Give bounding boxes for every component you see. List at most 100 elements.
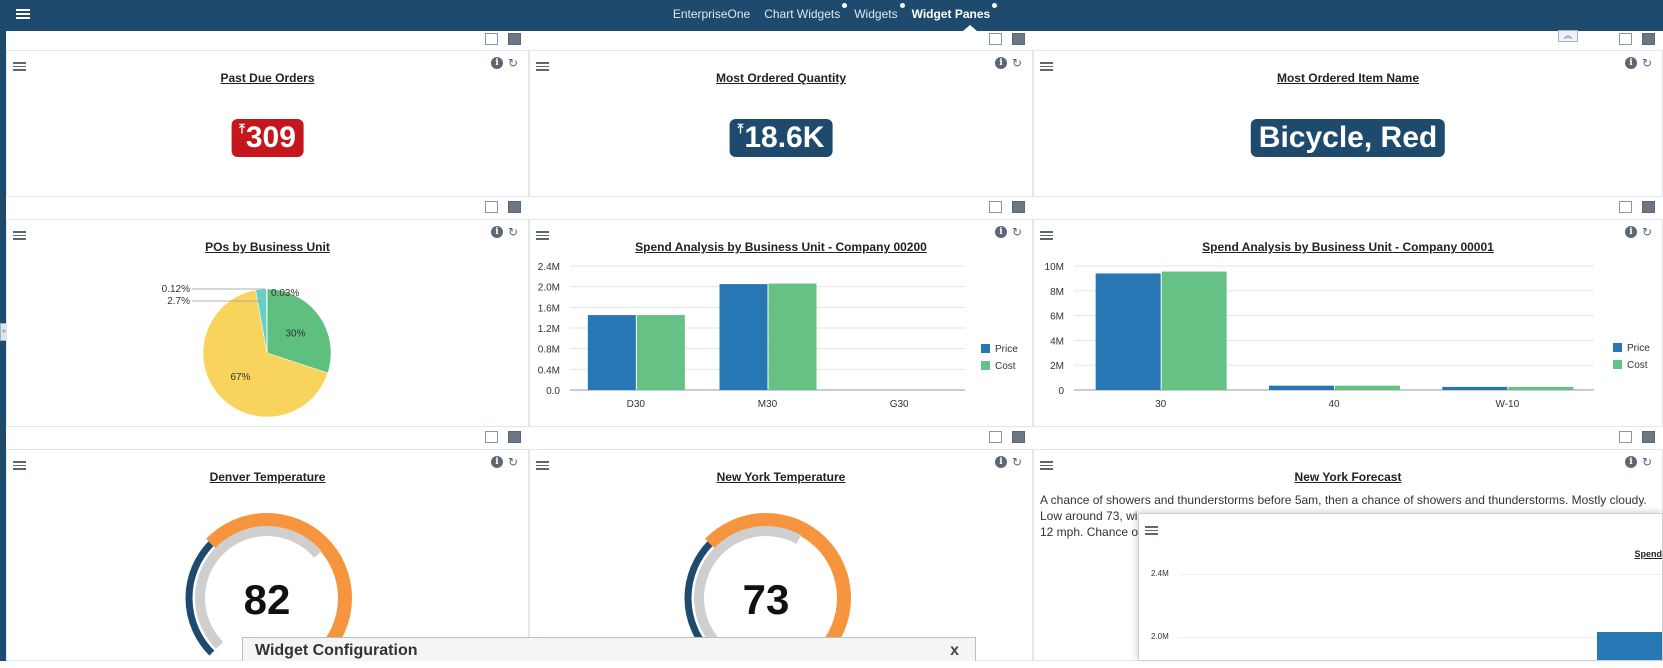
configure-icon[interactable] — [508, 431, 521, 443]
info-icon[interactable]: i — [1625, 57, 1637, 69]
pane-title: POs by Business Unit — [7, 240, 528, 254]
slice-label: 0.12% — [162, 284, 190, 295]
spend-analysis-00200-pane: i↻ Spend Analysis by Business Unit - Com… — [529, 219, 1033, 427]
bar[interactable] — [769, 284, 817, 390]
bar[interactable] — [1442, 387, 1507, 390]
bar-chart: 0.00.4M0.8M1.2M1.6M2.0M2.4MD30M30G30Pric… — [530, 256, 1034, 436]
forecast-line: A chance of showers and thunderstorms be… — [1040, 492, 1654, 508]
bar[interactable] — [1162, 272, 1227, 390]
refresh-icon[interactable]: ↻ — [1642, 57, 1654, 69]
configure-icon[interactable] — [1012, 201, 1025, 213]
bar[interactable] — [720, 284, 768, 390]
refresh-icon[interactable]: ↻ — [1642, 456, 1654, 468]
configure-icon[interactable] — [508, 33, 521, 45]
configure-icon[interactable] — [1642, 431, 1655, 443]
bar[interactable] — [637, 315, 685, 390]
expand-icon[interactable] — [989, 33, 1002, 45]
expand-icon[interactable] — [485, 33, 498, 45]
info-icon[interactable]: i — [995, 226, 1007, 238]
bar[interactable] — [1508, 387, 1573, 390]
y-tick-label: 0.0 — [546, 386, 560, 397]
pane-menu-icon[interactable] — [1145, 524, 1158, 537]
past-due-orders-pane: i↻ Past Due Orders ⤒309 — [6, 50, 529, 197]
info-icon[interactable]: i — [491, 57, 503, 69]
bar[interactable] — [1269, 386, 1334, 390]
expand-icon[interactable] — [1619, 431, 1632, 443]
info-icon[interactable]: i — [491, 226, 503, 238]
expand-icon[interactable] — [485, 431, 498, 443]
pane-title: Past Due Orders — [7, 71, 528, 85]
legend-swatch — [981, 361, 990, 370]
slice-label: 30% — [285, 328, 305, 339]
expand-icon[interactable] — [1619, 33, 1632, 45]
legend-swatch — [1613, 360, 1622, 369]
refresh-icon[interactable]: ↻ — [508, 456, 520, 468]
bar-chart: 02M4M6M8M10M3040W-10PriceCost — [1034, 256, 1663, 436]
y-tick-label: 1.2M — [538, 324, 560, 335]
x-tick-label: 30 — [1155, 399, 1167, 410]
info-icon[interactable]: i — [995, 57, 1007, 69]
dragged-pane-preview[interactable]: Spend 2.4M 2.0M — [1138, 513, 1663, 661]
expand-icon[interactable] — [989, 201, 1002, 213]
nav-tab-enterpriseone[interactable]: EnterpriseOne — [673, 7, 750, 21]
refresh-icon[interactable]: ↻ — [508, 226, 520, 238]
notification-dot — [842, 3, 847, 8]
refresh-icon[interactable]: ↻ — [1642, 226, 1654, 238]
legend-label: Price — [1627, 343, 1650, 354]
pane-title: New York Temperature — [530, 470, 1032, 484]
configure-icon[interactable] — [508, 201, 521, 213]
configure-icon[interactable] — [1012, 33, 1025, 45]
pie-chart: 30%67%2.7%0.12%0.03% — [7, 256, 530, 446]
slice-label: 0.03% — [271, 288, 299, 299]
legend-label: Cost — [995, 361, 1016, 372]
kpi-badge: ⤒18.6K — [730, 119, 833, 157]
pane-strip — [529, 199, 1033, 217]
pane-strip — [6, 429, 529, 447]
bar[interactable] — [588, 315, 636, 390]
preview-title: Spend — [1634, 549, 1662, 559]
nav-tabs: EnterpriseOne Chart Widgets Widgets Widget … — [0, 7, 1663, 21]
close-icon[interactable]: x — [950, 642, 959, 660]
y-tick-label: 8M — [1050, 287, 1064, 298]
x-tick-label: 40 — [1328, 399, 1340, 410]
info-icon[interactable]: i — [1625, 456, 1637, 468]
nav-tab-widgets[interactable]: Widgets — [854, 7, 897, 21]
y-tick-label: 4M — [1050, 336, 1064, 347]
refresh-icon[interactable]: ↻ — [1012, 456, 1024, 468]
most-ordered-quantity-pane: i ↻ Most Ordered Quantity ⤒18.6K — [529, 50, 1033, 197]
configure-icon[interactable] — [1642, 33, 1655, 45]
pane-strip — [1033, 199, 1663, 217]
nav-tab-widget-panes[interactable]: Widget Panes — [912, 7, 991, 21]
widget-configuration-dialog: Widget Configuration x — [242, 637, 976, 661]
expand-icon[interactable] — [989, 431, 1002, 443]
pane-strip — [1033, 429, 1663, 447]
bar[interactable] — [1335, 386, 1400, 390]
pane-strip — [6, 199, 529, 217]
top-nav-bar: EnterpriseOne Chart Widgets Widgets Widget … — [0, 0, 1663, 31]
y-tick-label: 2M — [1050, 361, 1064, 372]
kpi-value: 309 — [246, 121, 296, 154]
info-icon[interactable]: i — [995, 456, 1007, 468]
refresh-icon[interactable]: ↻ — [508, 57, 520, 69]
info-icon[interactable]: i — [491, 456, 503, 468]
kpi-value: 18.6K — [744, 121, 824, 154]
y-tick-label: 10M — [1045, 262, 1064, 273]
refresh-icon[interactable]: ↻ — [1012, 57, 1024, 69]
preview-tick: 2.4M — [1151, 569, 1169, 578]
bar[interactable] — [1096, 273, 1161, 390]
legend-swatch — [981, 344, 990, 353]
pane-title: Most Ordered Quantity — [530, 71, 1032, 85]
refresh-icon[interactable]: ↻ — [1012, 226, 1024, 238]
pane-strip — [1033, 31, 1663, 49]
info-icon[interactable]: i — [1625, 226, 1637, 238]
expand-icon[interactable] — [485, 201, 498, 213]
y-tick-label: 2.0M — [538, 283, 560, 294]
y-tick-label: 2.4M — [538, 262, 560, 273]
configure-icon[interactable] — [1012, 431, 1025, 443]
gauge-value: 82 — [244, 576, 291, 623]
expand-icon[interactable] — [1619, 201, 1632, 213]
nav-tab-chart-widgets[interactable]: Chart Widgets — [764, 7, 840, 21]
trend-icon: ⤒ — [738, 121, 744, 136]
x-tick-label: G30 — [890, 399, 909, 410]
configure-icon[interactable] — [1642, 201, 1655, 213]
